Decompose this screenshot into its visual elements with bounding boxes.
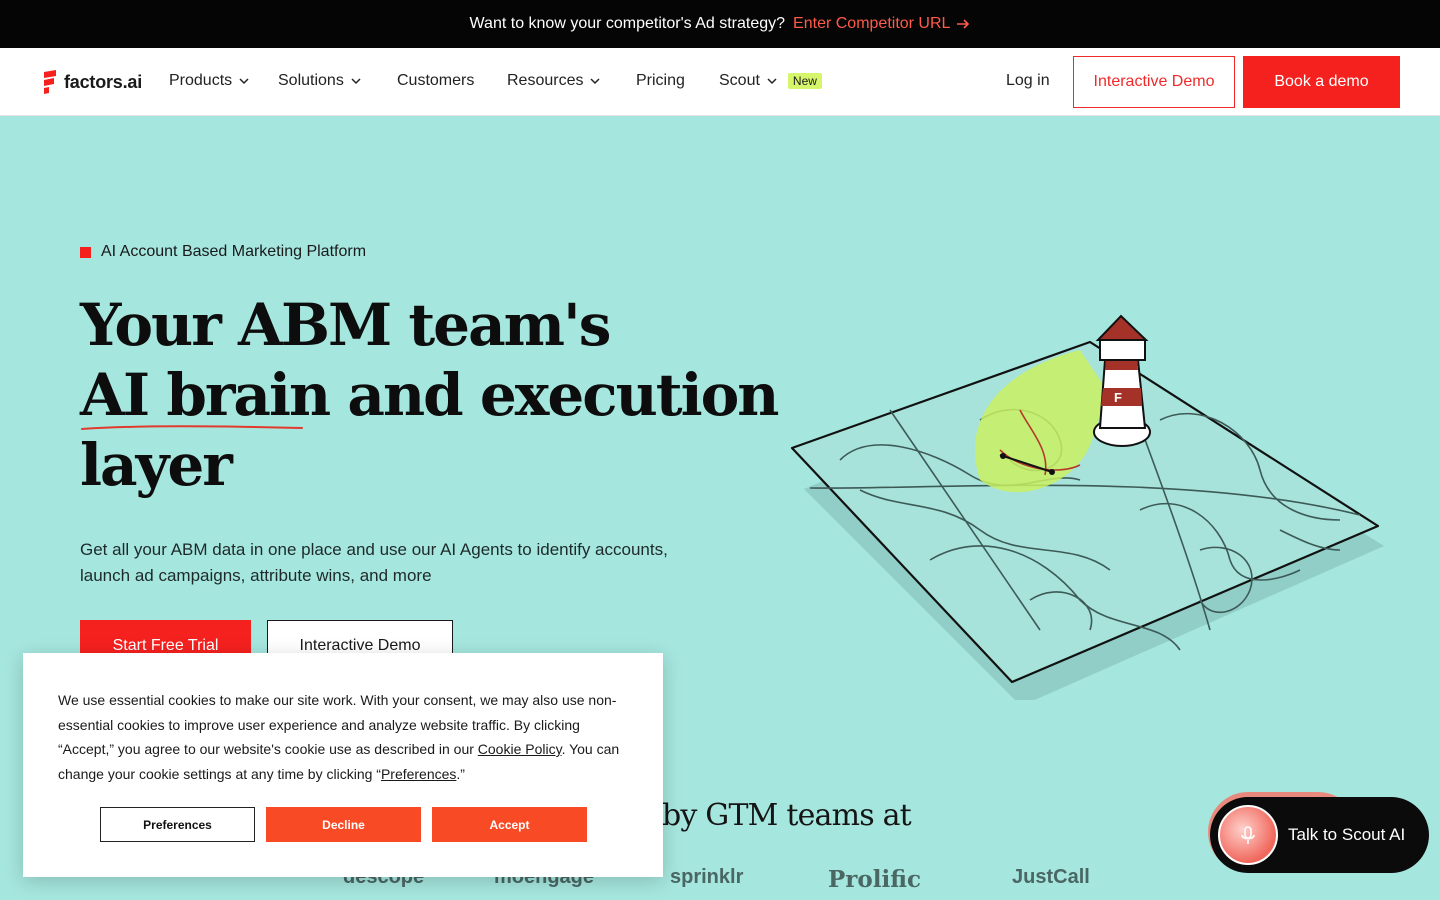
headline-line-1: Your ABM team's: [80, 291, 611, 359]
microphone-icon: [1241, 826, 1255, 844]
logo-text: factors.ai: [64, 71, 143, 92]
cookie-decline-button[interactable]: Decline: [266, 807, 421, 842]
cookie-preferences-button[interactable]: Preferences: [100, 807, 255, 842]
scout-label: Talk to Scout AI: [1288, 825, 1406, 844]
sprinklr-logo: sprinklr: [670, 866, 744, 888]
nav-solutions[interactable]: Solutions: [278, 72, 362, 90]
brush-underline: [81, 425, 303, 430]
new-badge: New: [787, 73, 822, 89]
competitor-url-label: Enter Competitor URL: [793, 15, 951, 32]
nav-solutions-label: Solutions: [278, 72, 344, 89]
hero-headline: Your ABM team's AI brain and execution l…: [80, 290, 779, 500]
nav-products[interactable]: Products: [169, 72, 250, 90]
cookie-policy-link[interactable]: Cookie Policy: [478, 741, 562, 757]
chevron-down-icon: [351, 78, 361, 85]
trusted-by-heading: by GTM teams at: [662, 798, 912, 833]
cookie-text-part-3: .”: [456, 765, 465, 782]
eyebrow-text: AI Account Based Marketing Platform: [101, 243, 367, 260]
factors-logo[interactable]: factors.ai: [42, 70, 142, 94]
preferences-link[interactable]: Preferences: [381, 766, 456, 782]
competitor-url-link[interactable]: Enter Competitor URL: [793, 15, 970, 33]
nav-scout-label: Scout: [719, 72, 760, 89]
lighthouse-map-illustration: F: [790, 314, 1384, 700]
main-nav: factors.ai Products Solutions Customers …: [0, 48, 1440, 116]
nav-pricing[interactable]: Pricing: [636, 72, 685, 90]
nav-products-label: Products: [169, 72, 233, 89]
nav-resources[interactable]: Resources: [507, 72, 601, 90]
svg-text:F: F: [1114, 390, 1122, 405]
chevron-down-icon: [767, 78, 777, 85]
nav-resources-label: Resources: [507, 72, 584, 89]
login-link[interactable]: Log in: [1006, 72, 1050, 90]
prolific-logo: Prolific: [828, 866, 921, 893]
hero-subtext: Get all your ABM data in one place and u…: [80, 540, 668, 585]
talk-to-scout-button[interactable]: Talk to Scout AI: [1210, 797, 1429, 873]
hero-eyebrow: AI Account Based Marketing Platform: [80, 243, 366, 261]
interactive-demo-button[interactable]: Interactive Demo: [1073, 56, 1235, 108]
nav-scout[interactable]: Scout New: [719, 72, 822, 90]
arrow-right-icon: [957, 19, 970, 29]
nav-customers-label: Customers: [397, 72, 475, 89]
scout-avatar: [1218, 805, 1278, 865]
cookie-text: We use essential cookies to make our sit…: [58, 688, 633, 786]
justcall-logo: JustCall: [1012, 866, 1090, 888]
cookie-accept-button[interactable]: Accept: [432, 807, 587, 842]
announcement-bar: Want to know your competitor's Ad strate…: [0, 0, 1440, 48]
announcement-text: Want to know your competitor's Ad strate…: [469, 15, 786, 32]
headline-line-3: layer: [80, 431, 233, 499]
red-square-icon: [80, 246, 91, 258]
chevron-down-icon: [239, 78, 249, 85]
book-demo-button[interactable]: Book a demo: [1243, 56, 1400, 108]
nav-customers[interactable]: Customers: [397, 72, 474, 90]
cookie-banner: We use essential cookies to make our sit…: [23, 653, 663, 877]
nav-pricing-label: Pricing: [636, 72, 685, 89]
chevron-down-icon: [590, 78, 601, 85]
factors-logo-icon: [44, 70, 56, 94]
